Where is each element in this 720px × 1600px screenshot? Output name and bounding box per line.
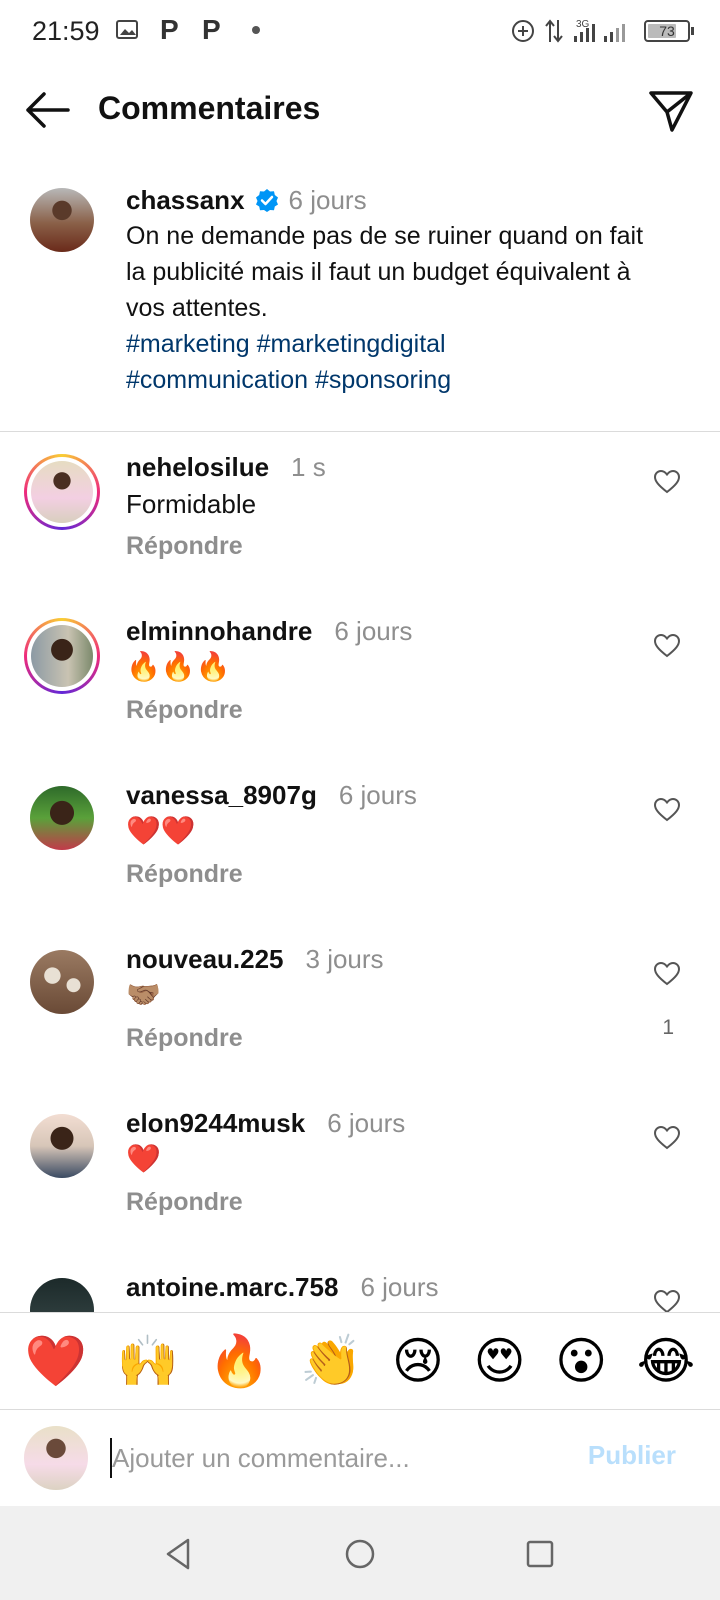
caption-username[interactable]: chassanx [126,184,245,216]
comment-item: vanessa_8907g 6 jours ❤️❤️ Répondre [0,768,720,932]
reaction-clap[interactable]: 👏 [300,1331,362,1391]
comment-item: elon9244musk 6 jours ❤️ Répondre [0,1096,720,1260]
comment-time: 6 jours [334,616,413,646]
reply-button[interactable]: Répondre [126,858,626,890]
paper-plane-icon[interactable] [648,88,694,134]
reaction-heart[interactable]: ❤️ [25,1331,87,1391]
header: Commentaires [0,72,720,152]
comment-item: nouveau.225 3 jours 🤝🏽 Répondre 1 [0,932,720,1096]
caption-text: On ne demande pas de se ruiner quand on … [126,222,644,322]
comment-time: 6 jours [360,1272,439,1302]
battery-icon: 73 [644,20,694,42]
reaction-crying[interactable]: 😢 [392,1331,444,1391]
reaction-raised-hands[interactable]: 🙌 [117,1331,179,1391]
reaction-heart-eyes[interactable]: 😍 [474,1331,526,1391]
battery-level: 73 [659,23,675,39]
heart-icon[interactable] [654,1290,680,1312]
data-arrows-icon [545,19,563,43]
comment-item: nehelosilue 1 s Formidable Répondre [0,440,720,604]
notification-p-icon: P [202,14,221,45]
comment-username[interactable]: antoine.marc.758 [126,1270,338,1304]
page-title: Commentaires [98,90,321,126]
comment-time: 6 jours [338,780,417,810]
hashtags-line[interactable]: #marketing #marketingdigital [126,326,646,362]
system-nav-bar [0,1506,720,1600]
comment-username[interactable]: nehelosilue [126,450,269,484]
status-time: 21:59 [32,16,100,46]
comment-item: antoine.marc.758 6 jours [0,1260,720,1312]
avatar[interactable] [30,1114,94,1178]
comment-username[interactable]: elon9244musk [126,1106,305,1140]
comment-username[interactable]: nouveau.225 [126,942,284,976]
heart-icon[interactable] [654,798,680,822]
comment-text: ❤️❤️ [126,814,196,847]
comment-composer: Publier [0,1410,720,1506]
reply-button[interactable]: Répondre [126,1022,626,1054]
avatar[interactable] [24,618,100,694]
verified-badge-icon [255,189,278,212]
emoji-reaction-bar: ❤️ 🙌 🔥 👏 😢 😍 😮 😂 [0,1312,720,1410]
comment-text: 🤝🏽 [126,978,161,1011]
comment-input[interactable] [112,1436,552,1480]
hashtags-line[interactable]: #communication #sponsoring [126,362,646,398]
caption-header: chassanx 6 jours [126,184,646,216]
comment-text: 🔥🔥🔥 [126,650,231,683]
avatar[interactable] [30,188,94,252]
heart-icon[interactable] [654,470,680,494]
comment-username[interactable]: vanessa_8907g [126,778,317,812]
reaction-fire[interactable]: 🔥 [208,1331,270,1391]
comment-text: ❤️ [126,1142,161,1175]
status-bar: 21:59 P P 3G 73 [0,0,720,66]
dot-icon [252,26,260,34]
nav-back-icon[interactable] [160,1534,200,1574]
like-count[interactable]: 1 [662,1016,674,1040]
my-avatar [24,1426,88,1490]
nav-home-icon[interactable] [340,1534,380,1574]
reaction-surprised[interactable]: 😮 [555,1331,607,1391]
data-saver-icon [512,20,534,42]
avatar[interactable] [30,950,94,1014]
publish-button[interactable]: Publier [588,1440,676,1471]
comment-text: Formidable [126,489,257,519]
comment-time: 3 jours [305,944,384,974]
reply-button[interactable]: Répondre [126,530,626,562]
notification-p-icon: P [160,14,179,45]
status-right: 3G 73 [510,18,694,44]
post-caption: chassanx 6 jours On ne demande pas de se… [0,170,720,432]
caption-content: chassanx 6 jours On ne demande pas de se… [126,184,646,398]
caption-time: 6 jours [288,185,367,215]
avatar[interactable] [30,786,94,850]
avatar[interactable] [30,1278,94,1312]
heart-icon[interactable] [654,634,680,658]
nav-recents-icon[interactable] [520,1534,560,1574]
comment-item: elminnohandre 6 jours 🔥🔥🔥 Répondre [0,604,720,768]
reply-button[interactable]: Répondre [126,1186,626,1218]
back-arrow-icon[interactable] [24,90,70,130]
heart-icon[interactable] [654,1126,680,1150]
avatar[interactable] [24,454,100,530]
reaction-laughing[interactable]: 😂 [637,1331,695,1391]
comment-username[interactable]: elminnohandre [126,614,312,648]
signal-icon: 3G [574,19,625,42]
comments-list[interactable]: nehelosilue 1 s Formidable Répondre elmi… [0,440,720,1312]
comment-time: 6 jours [327,1108,406,1138]
heart-icon[interactable] [654,962,680,986]
reply-button[interactable]: Répondre [126,694,626,726]
comment-time: 1 s [291,452,326,482]
gallery-icon [116,20,138,39]
